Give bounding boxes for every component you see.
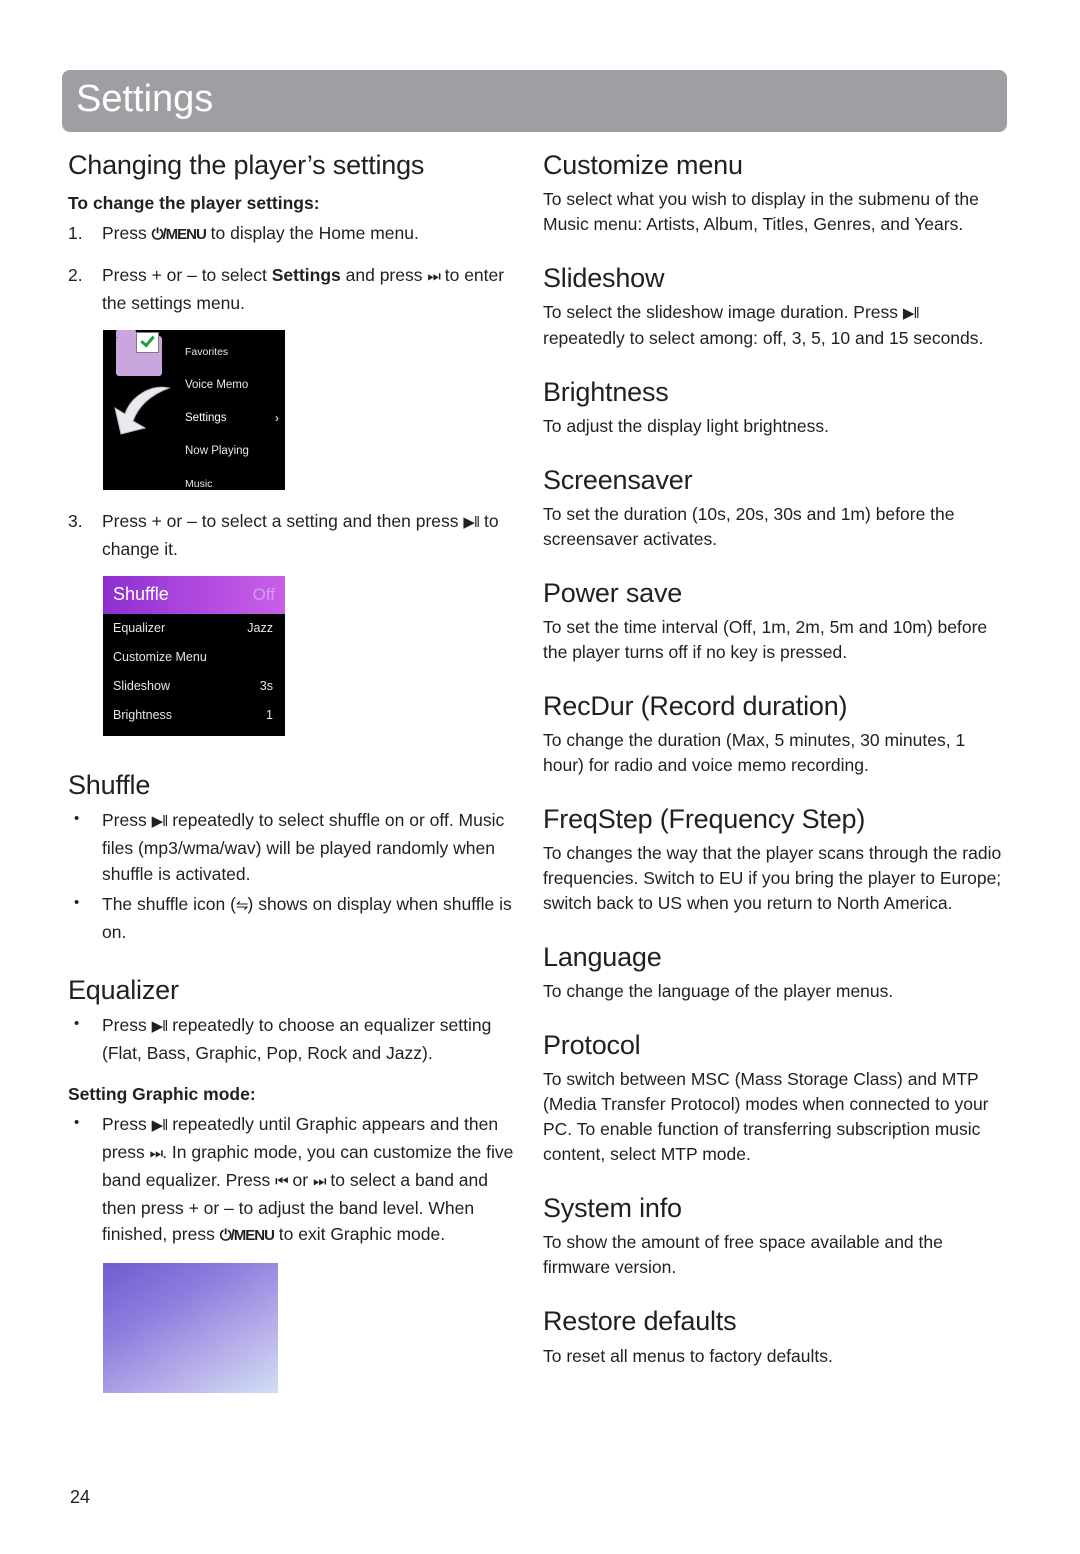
step-1-text-before: Press (102, 223, 152, 244)
shuffle-bullet-2: • The shuffle icon (⇋) shows on display w… (68, 891, 523, 945)
play-pause-icon: ▶‖ (151, 1117, 169, 1135)
manual-page: Settings Changing the player’s settings … (0, 0, 1080, 1554)
settings-row-shuffle-highlighted[interactable]: Shuffle Off (103, 576, 285, 615)
settings-row-customize-menu[interactable]: Customize Menu (103, 643, 285, 672)
shuffle-icon: ⇋ (235, 897, 249, 915)
text-restore-defaults: To reset all menus to factory defaults. (543, 1345, 833, 1366)
chevron-right-icon: › (275, 411, 279, 426)
step-1-number: 1. (68, 223, 83, 244)
heading-power-save: Power save (543, 578, 683, 609)
settings-row-equalizer-label: Equalizer (113, 621, 166, 636)
power-menu-icon: ⏻/MENU (151, 226, 207, 244)
shuffle-bullet-2-pre: The shuffle icon ( (102, 894, 236, 915)
heading-screensaver: Screensaver (543, 465, 693, 496)
heading-shuffle: Shuffle (68, 770, 151, 801)
heading-protocol: Protocol (543, 1030, 641, 1061)
right-column: Customize menu To select what you wish t… (543, 150, 1003, 1371)
menu-item-music[interactable]: Music (185, 468, 281, 490)
page-number: 24 (70, 1487, 91, 1507)
play-pause-icon: ▶‖ (902, 305, 920, 323)
text-customize-menu: To select what you wish to display in th… (543, 189, 979, 235)
equalizer-bullet: • Press ▶‖ repeatedly to choose an equali… (68, 1012, 523, 1066)
subhead-to-change-settings: To change the player settings: (68, 193, 320, 214)
bullet-glyph: • (74, 894, 80, 912)
menu-item-settings-label: Settings (185, 412, 227, 425)
step-3: 3. Press + or – to select a setting and t… (68, 508, 523, 562)
home-menu-items: Favorites Voice Memo Settings › Now Play… (185, 336, 281, 490)
heading-slideshow: Slideshow (543, 263, 665, 294)
heading-language: Language (543, 942, 662, 973)
text-slideshow-post: repeatedly to select among: off, 3, 5, 1… (543, 328, 984, 349)
settings-row-shuffle-label: Shuffle (113, 584, 169, 605)
settings-row-shuffle-value: Off (252, 585, 275, 605)
play-pause-icon: ▶‖ (151, 1018, 169, 1036)
graphic-p6: to exit Graphic mode. (273, 1224, 446, 1245)
subhead-setting-graphic-mode: Setting Graphic mode: (68, 1084, 256, 1105)
next-track-icon: ⏭ (427, 268, 440, 286)
heading-restore-defaults: Restore defaults (543, 1306, 737, 1337)
home-menu-screenshot: Favorites Voice Memo Settings › Now Play… (103, 330, 285, 491)
step-1: 1. Press ⏻/MENU to display the Home menu. (68, 220, 523, 248)
cursor-arrow-icon (111, 382, 177, 442)
settings-row-equalizer[interactable]: Equalizer Jazz (103, 614, 285, 643)
menu-item-voice-memo[interactable]: Voice Memo (185, 369, 281, 402)
menu-item-favorites[interactable]: Favorites (185, 336, 281, 369)
step-2-bold-word: Settings (271, 265, 341, 286)
checkbox-icon (136, 332, 159, 354)
next-track-icon: ⏭ (312, 1173, 326, 1191)
step-2: 2. Press + or – to select Settings and pr… (68, 262, 523, 316)
settings-row-slideshow-value: 3s (259, 679, 273, 694)
graphic-p1: Press (102, 1114, 152, 1135)
bullet-glyph: • (74, 1015, 80, 1033)
settings-row-customize-menu-label: Customize Menu (113, 650, 207, 665)
step-3-number: 3. (68, 511, 83, 532)
text-freqstep: To changes the way that the player scans… (543, 843, 1002, 914)
text-slideshow: To select the slideshow image duration. … (543, 300, 1003, 351)
text-screensaver: To set the duration (10s, 20s, 30s and 1… (543, 504, 955, 550)
play-pause-icon: ▶‖ (151, 813, 169, 831)
settings-row-brightness-label: Brightness (113, 708, 173, 723)
heading-customize-menu: Customize menu (543, 150, 743, 180)
heading-changing-settings: Changing the player’s settings (68, 150, 425, 180)
step-3-text-before: Press + or – to select a setting and the… (102, 511, 464, 532)
graphic-mode-bullet: • Press ▶‖ repeatedly until Graphic appea… (68, 1111, 523, 1249)
step-2-number: 2. (68, 265, 83, 286)
graphic-p4: or (287, 1170, 313, 1191)
play-pause-icon: ▶‖ (463, 514, 480, 532)
bullet-glyph: • (74, 1114, 80, 1132)
text-system-info: To show the amount of free space availab… (543, 1232, 943, 1278)
text-protocol: To switch between MSC (Mass Storage Clas… (543, 1069, 989, 1165)
heading-brightness: Brightness (543, 377, 669, 408)
settings-row-slideshow[interactable]: Slideshow 3s (103, 672, 285, 701)
text-power-save: To set the time interval (Off, 1m, 2m, 5… (543, 617, 988, 663)
left-column: Changing the player’s settings To change… (68, 150, 523, 1394)
step-1-text-after: to display the Home menu. (205, 223, 419, 244)
power-menu-icon: ⏻/MENU (219, 1227, 275, 1245)
step-2-text-before: Press + or – to select (102, 265, 272, 286)
menu-item-settings[interactable]: Settings › (185, 402, 281, 435)
menu-item-now-playing[interactable]: Now Playing (185, 435, 281, 468)
settings-row-equalizer-value: Jazz (247, 621, 273, 636)
heading-equalizer: Equalizer (68, 975, 179, 1006)
previous-track-icon: ⏮ (275, 1173, 288, 1191)
settings-row-brightness-value: 1 (266, 708, 273, 723)
shuffle-bullet-1-pre: Press (102, 810, 152, 831)
text-recdur: To change the duration (Max, 5 minutes, … (543, 730, 966, 776)
text-language: To change the language of the player men… (543, 981, 894, 1002)
step-2-text-mid: and press (340, 265, 428, 286)
text-slideshow-pre: To select the slideshow image duration. … (543, 302, 903, 323)
bullet-glyph: • (74, 810, 80, 828)
heading-system-info: System info (543, 1193, 682, 1224)
page-title: Settings (76, 78, 214, 120)
shuffle-bullet-1: • Press ▶‖ repeatedly to select shuffle o… (68, 807, 523, 887)
graphic-equalizer-screenshot (103, 1263, 278, 1394)
settings-list-screenshot: Shuffle Off Equalizer Jazz Customize Men… (103, 576, 285, 737)
heading-freqstep: FreqStep (Frequency Step) (543, 804, 866, 835)
settings-row-brightness[interactable]: Brightness 1 (103, 701, 285, 730)
equalizer-bullet-pre: Press (102, 1015, 152, 1036)
heading-recdur: RecDur (Record duration) (543, 691, 848, 722)
settings-row-slideshow-label: Slideshow (113, 679, 170, 694)
next-track-icon: ⏭ (149, 1145, 163, 1163)
text-brightness: To adjust the display light brightness. (543, 416, 829, 437)
